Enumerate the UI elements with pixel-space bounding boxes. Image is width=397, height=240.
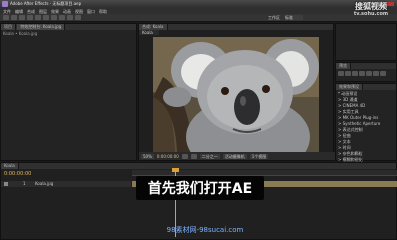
comp-panel-tabs: 合成: Koala: [139, 24, 333, 30]
sohu-watermark-text: 搜狐视频: [355, 2, 387, 11]
workspace-select[interactable]: 标准: [285, 15, 303, 20]
show-channel-icon[interactable]: [190, 153, 197, 159]
pen-tool-icon[interactable]: [59, 15, 65, 20]
play-icon[interactable]: [352, 71, 358, 76]
tab-timeline-koala[interactable]: Koala: [1, 163, 19, 169]
sohu-watermark-sub: tv.sohu.com: [353, 11, 389, 17]
text-tool-icon[interactable]: [67, 15, 73, 20]
ae-logo-icon: [2, 1, 8, 7]
subtitle-text: 首先我们打开AE: [147, 181, 253, 197]
mask-tool-icon[interactable]: [51, 15, 57, 20]
rotate-tool-icon[interactable]: [27, 15, 33, 20]
koala-image: [153, 37, 319, 152]
layer-index: 1: [23, 181, 26, 186]
timeline-tabs: Koala: [1, 163, 396, 169]
first-frame-icon[interactable]: [338, 71, 344, 76]
tab-effects-presets[interactable]: 效果和预设: [336, 84, 363, 90]
site-watermark: 98素材网-98sucai.com: [166, 226, 244, 234]
hand-tool-icon[interactable]: [11, 15, 17, 20]
tab-project[interactable]: 项目: [1, 24, 16, 30]
resolution-select[interactable]: 二分之一: [199, 153, 220, 159]
effects-presets-panel: 效果和预设 * 动画预设 > 3D 通道 > CINEMA 4D > 实用工具 …: [335, 83, 397, 164]
eye-icon[interactable]: [4, 182, 8, 186]
effects-list: * 动画预设 > 3D 通道 > CINEMA 4D > 实用工具 > MK O…: [336, 90, 396, 164]
last-frame-icon[interactable]: [366, 71, 372, 76]
selection-tool-icon[interactable]: [3, 15, 9, 20]
brush-tool-icon[interactable]: [75, 15, 81, 20]
view-layout-select[interactable]: 1个视图: [249, 153, 269, 159]
info-panel: [335, 23, 397, 61]
tool-bar: 工作区 标准: [0, 14, 397, 22]
camera-tool-icon[interactable]: [35, 15, 41, 20]
tab-effect-controls[interactable]: 特效控制台: Koala.jpg: [17, 24, 66, 30]
preview-panel: 预览: [335, 62, 397, 82]
koala-illustration: [153, 37, 319, 152]
pan-behind-tool-icon[interactable]: [43, 15, 49, 20]
next-frame-icon[interactable]: [359, 71, 365, 76]
tab-preview[interactable]: 预览: [336, 63, 351, 69]
ram-preview-icon[interactable]: [380, 71, 386, 76]
tools-group: [3, 15, 83, 21]
comp-footer: 50% 0:00:00:00 二分之一 活动摄像机 1个视图: [139, 152, 335, 160]
previous-frame-icon[interactable]: [345, 71, 351, 76]
snapshot-icon[interactable]: [181, 153, 188, 159]
composition-panel: 合成: Koala Koala 50% 0:00:00:00 二分之一 活动摄像…: [138, 23, 335, 161]
window-title: Adobe After Effects - 无标题项目.aep: [10, 1, 82, 6]
timeline-timecode[interactable]: 0:00:00:00: [4, 171, 34, 177]
audio-icon[interactable]: [373, 71, 379, 76]
layer-name[interactable]: Koala.jpg: [35, 181, 75, 186]
comp-timecode[interactable]: 0:00:00:00: [157, 154, 179, 159]
workspace-label: 工作区: [268, 15, 280, 20]
zoom-select[interactable]: 50%: [141, 153, 154, 159]
preview-controls: [336, 69, 396, 78]
project-breadcrumb: Koala • Koala.jpg: [3, 31, 38, 36]
title-bar: Adobe After Effects - 无标题项目.aep: [0, 0, 397, 8]
project-panel: 项目 特效控制台: Koala.jpg Koala • Koala.jpg: [0, 23, 137, 161]
subtitle-box: 首先我们打开AE: [136, 176, 264, 200]
camera-select[interactable]: 活动摄像机: [222, 153, 247, 159]
comp-subtab[interactable]: Koala: [139, 30, 159, 35]
zoom-tool-icon[interactable]: [19, 15, 25, 20]
playhead-handle-icon[interactable]: [172, 168, 179, 172]
layer-row[interactable]: 1 Koala.jpg: [1, 181, 131, 187]
